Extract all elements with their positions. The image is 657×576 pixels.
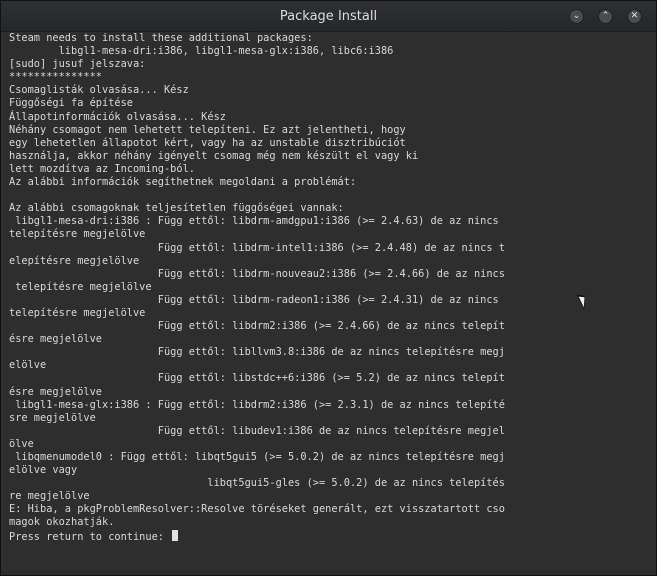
- terminal-line: Az alábbi csomagoknak teljesítetlen függ…: [9, 202, 344, 215]
- terminal-line: libqmenumodel0 : Függ ettől: libqt5gui5 …: [9, 451, 505, 463]
- terminal-line: Steam needs to install these additional …: [9, 32, 313, 44]
- terminal-line: [sudo] jusuf jelszava:: [9, 58, 146, 71]
- terminal-cursor: [172, 529, 179, 541]
- terminal-line: re megjelölve: [9, 490, 90, 503]
- terminal-line: Függ ettől: libdrm-intel1:i386 (>= 2.4.4…: [9, 241, 505, 254]
- close-button[interactable]: ✕: [627, 9, 642, 24]
- terminal-line: Press return to continue:: [9, 529, 649, 543]
- maximize-button[interactable]: ⌃: [598, 9, 613, 24]
- terminal-line: Függ ettől: libstdc++6:i386 (>= 5.2) de …: [9, 372, 505, 385]
- terminal-line: lett mozdítva az Incoming-ból.: [9, 162, 195, 175]
- terminal-line: E: Hiba, a pkgProblemResolver::Resolve t…: [9, 503, 505, 516]
- terminal-line: Függ ettől: libdrm-radeon1:i386 (>= 2.4.…: [9, 293, 499, 306]
- terminal-line: elepítésre megjelölve: [9, 254, 140, 267]
- terminal-line: Függ ettől: libudev1:i386 de az nincs te…: [9, 424, 505, 437]
- terminal-line: ölve: [9, 437, 34, 450]
- terminal-line: Az alábbi információk segíthetnek megold…: [9, 176, 357, 189]
- terminal-line: Néhány csomagot nem lehetett telepíteni.…: [9, 123, 406, 136]
- terminal-line: libgl1-mesa-dri:i386 : Függ ettől: libdr…: [9, 215, 499, 228]
- terminal-line: Függ ettől: libdrm2:i386 (>= 2.4.66) de …: [9, 320, 505, 333]
- terminal-line: libgl1-mesa-dri:i386, libgl1-mesa-glx:i3…: [9, 45, 394, 58]
- title-bar[interactable]: Package Install ⌄ ⌃ ✕: [1, 1, 656, 32]
- terminal-line: elölve vagy: [9, 464, 78, 477]
- terminal-line: Függőségi fa építése: [9, 97, 133, 110]
- terminal-line: Függ ettől: libllvm3.8:i386 de az nincs …: [9, 346, 505, 359]
- terminal-line: libqt5gui5-gles (>= 5.0.2) de az nincs t…: [9, 477, 505, 490]
- terminal-line: elölve: [9, 359, 47, 372]
- terminal-line: telepítésre megjelölve: [9, 306, 146, 319]
- terminal-line: Függ ettől: libdrm-nouveau2:i386 (>= 2.4…: [9, 267, 505, 280]
- minimize-button[interactable]: ⌄: [569, 9, 584, 24]
- terminal-line: magok okozhatják.: [9, 516, 115, 529]
- terminal-line: használja, akkor néhány igényelt csomag …: [9, 149, 419, 162]
- terminal-line: telepítésre megjelölve: [9, 228, 146, 241]
- terminal-line: Állapotinformációk olvasása... Kész: [9, 110, 226, 123]
- terminal-line: egy lehetetlen állapotot kért, vagy ha a…: [9, 136, 406, 149]
- terminal-output[interactable]: Steam needs to install these additional …: [1, 32, 656, 575]
- terminal-line: libgl1-mesa-glx:i386 : Függ ettől: libdr…: [9, 398, 505, 411]
- terminal-text: Steam needs to install these additional …: [9, 32, 649, 543]
- terminal-line: ***************: [9, 71, 102, 84]
- package-install-window: Package Install ⌄ ⌃ ✕ Steam needs to ins…: [0, 0, 657, 576]
- window-title: Package Install: [279, 9, 378, 24]
- terminal-line: Csomaglisták olvasása... Kész: [9, 84, 189, 97]
- terminal-line: telepítésre megjelölve: [9, 280, 152, 293]
- terminal-line: ésre megjelölve: [9, 385, 102, 398]
- terminal-line: sre megjelölve: [9, 411, 96, 424]
- terminal-line: ésre megjelölve: [9, 333, 102, 346]
